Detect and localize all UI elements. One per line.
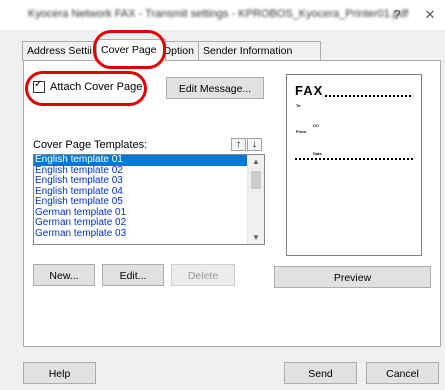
move-down-icon[interactable]: ↓ [247, 138, 262, 151]
preview-from: From [296, 129, 306, 134]
preview-fax-heading: FAX [295, 83, 324, 98]
close-icon[interactable]: ✕ [420, 7, 440, 23]
list-item[interactable]: English template 05 [34, 196, 248, 208]
attach-cover-page-checkbox[interactable]: Attach Cover Page [33, 79, 143, 93]
cancel-button[interactable]: Cancel [366, 362, 439, 384]
preview-button[interactable]: Preview [274, 266, 431, 288]
title-bar: Kyocera Network FAX - Transmit settings … [0, 0, 445, 30]
attach-cover-page-label: Attach Cover Page [50, 81, 143, 93]
edit-message-button[interactable]: Edit Message... [166, 77, 264, 99]
preview-to: To [296, 103, 301, 108]
tab-address-settings[interactable]: Address Settii [22, 41, 104, 61]
scroll-down-icon[interactable]: ▼ [248, 233, 264, 242]
tab-cover-page[interactable]: Cover Page [96, 39, 166, 61]
window-title: Kyocera Network FAX - Transmit settings … [28, 8, 409, 20]
templates-label: Cover Page Templates: [33, 139, 148, 151]
scroll-up-icon[interactable]: ▲ [248, 157, 264, 166]
preview-date: Date [313, 151, 322, 156]
list-item[interactable]: German template 03 [34, 228, 248, 240]
cover-page-preview: FAX To CC From Date [286, 74, 422, 256]
scroll-thumb[interactable] [251, 171, 261, 189]
list-item[interactable]: English template 03 [34, 175, 248, 187]
move-up-icon[interactable]: ↑ [231, 138, 246, 151]
tab-sender-information[interactable]: Sender Information [198, 41, 321, 61]
edit-template-button[interactable]: Edit... [102, 264, 164, 286]
help-button[interactable]: Help [23, 362, 96, 384]
templates-scrollbar[interactable]: ▲ ▼ [247, 155, 264, 244]
new-template-button[interactable]: New... [33, 264, 95, 286]
list-item[interactable]: German template 02 [34, 217, 248, 229]
preview-rule [325, 95, 411, 97]
list-item[interactable]: English template 01 [34, 155, 248, 166]
templates-listbox[interactable]: English template 01 English template 02 … [33, 154, 265, 245]
preview-cc: CC [313, 123, 319, 128]
delete-template-button[interactable]: Delete [171, 264, 235, 286]
send-button[interactable]: Send [284, 362, 357, 384]
help-icon[interactable]: ? [387, 7, 407, 22]
preview-rule [295, 158, 413, 160]
checkbox-icon[interactable] [33, 79, 45, 93]
